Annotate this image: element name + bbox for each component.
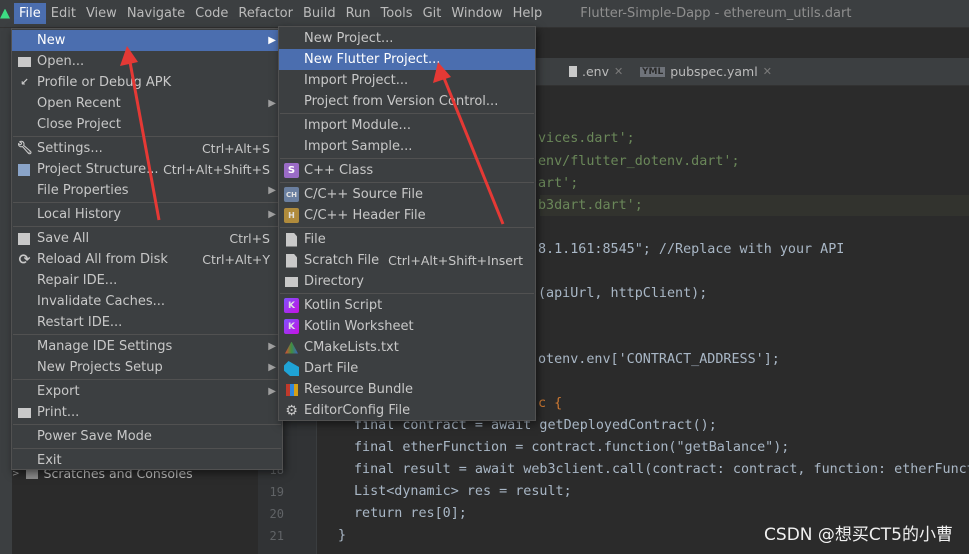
annotation-arrow xyxy=(442,77,505,225)
annotation-arrowhead xyxy=(433,62,451,83)
annotation-arrow xyxy=(128,61,161,221)
watermark: CSDN @想买CT5的小曹 xyxy=(764,525,953,545)
annotation-arrows xyxy=(120,46,505,225)
annotation-arrowhead xyxy=(120,46,138,66)
